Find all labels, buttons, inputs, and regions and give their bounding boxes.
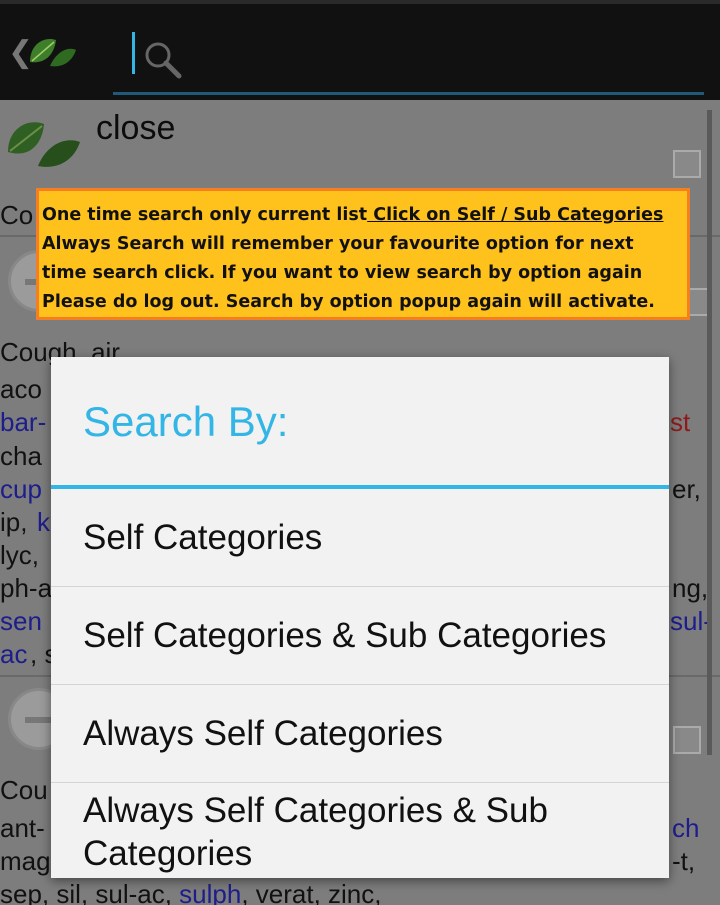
- remedy-text: ant-: [0, 813, 45, 843]
- close-label[interactable]: close: [96, 108, 175, 148]
- row-checkbox-3[interactable]: [673, 726, 701, 754]
- remedy-text: mag: [0, 846, 51, 876]
- remedy-line: sep, sil, sul-ac, sulph, verat, zinc,: [0, 879, 381, 905]
- remedy-text: cha: [0, 441, 42, 471]
- leaf-logo-icon: [6, 114, 84, 179]
- row3-heading: Cou: [0, 775, 48, 805]
- remedy-link[interactable]: bar-: [0, 407, 46, 437]
- remedy-text: sep, sil, sul-ac,: [0, 879, 180, 905]
- remedy-link[interactable]: sul-: [670, 606, 712, 636]
- tooltip-line-2: Always Search will remember your favouri…: [42, 234, 634, 254]
- tooltip-text: One time search only current list: [42, 205, 368, 225]
- tooltip-line-4: Please do log out. Search by option popu…: [42, 292, 655, 312]
- option-always-self-categories[interactable]: Always Self Categories: [51, 685, 669, 782]
- remedy-text: , verat, zinc,: [241, 879, 382, 905]
- remedy-link[interactable]: k: [37, 507, 50, 537]
- tooltip-line-3: time search click. If you want to view s…: [42, 263, 643, 283]
- remedy-link[interactable]: cup: [0, 474, 42, 504]
- remedy-link[interactable]: ch: [672, 813, 699, 843]
- tooltip-line-1: One time search only current list Click …: [42, 201, 687, 230]
- dialog-title: Search By:: [83, 398, 289, 445]
- action-bar: ❮: [0, 0, 720, 100]
- search-field[interactable]: [113, 28, 704, 95]
- tooltip-link[interactable]: Click on Self / Sub Categories: [367, 205, 663, 225]
- remedy-text: -t,: [672, 846, 696, 876]
- search-by-dialog: Search By: Self Categories Self Categori…: [51, 357, 669, 878]
- remedy-link[interactable]: ac: [0, 639, 27, 669]
- search-icon: [143, 40, 183, 85]
- row1-text: Co: [0, 200, 34, 230]
- option-always-self-and-sub-categories[interactable]: Always Self Categories & Sub Categories: [51, 789, 669, 878]
- remedy-text: ph-a: [0, 573, 53, 603]
- app-leaf-icon[interactable]: [26, 32, 78, 77]
- remedy-text: ng,: [672, 573, 709, 603]
- scrollbar[interactable]: [707, 110, 712, 755]
- remedy-text: aco: [0, 374, 42, 404]
- remedy-link[interactable]: sen: [0, 606, 42, 636]
- option-self-categories[interactable]: Self Categories: [51, 489, 669, 586]
- remedy-link[interactable]: sulph: [179, 879, 241, 905]
- option-divider: [51, 782, 669, 783]
- remedy-text: lyc,: [0, 540, 39, 570]
- remedy-link[interactable]: st: [670, 407, 690, 437]
- row-checkbox-1[interactable]: [673, 150, 701, 178]
- text-cursor: [132, 32, 135, 74]
- info-tooltip: One time search only current list Click …: [36, 188, 690, 320]
- remedy-text: er,: [672, 474, 701, 504]
- remedy-text: ip,: [0, 507, 28, 537]
- option-self-and-sub-categories[interactable]: Self Categories & Sub Categories: [51, 587, 669, 684]
